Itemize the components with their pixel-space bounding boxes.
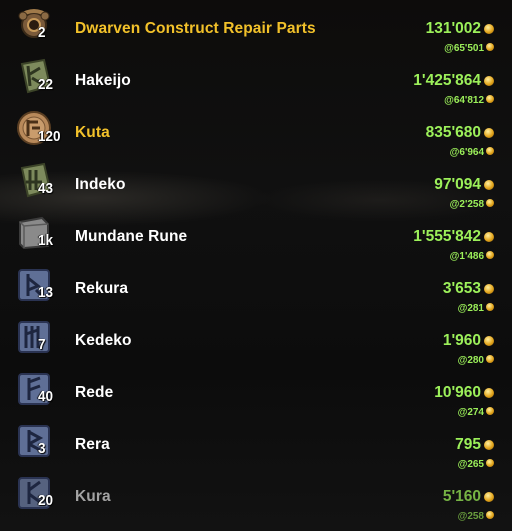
item-name: Indeko bbox=[75, 176, 126, 193]
item-count: 120 bbox=[38, 128, 61, 145]
list-item[interactable]: 120 Kuta 835'680 @6'964 bbox=[0, 104, 512, 158]
item-count: 40 bbox=[38, 388, 54, 405]
essence-rune-blue-icon bbox=[14, 316, 54, 356]
list-item[interactable]: 3 Rera 795 @265 bbox=[0, 416, 512, 470]
item-name: Kedeko bbox=[75, 332, 132, 349]
gold-coin-icon bbox=[486, 355, 494, 363]
item-name: Dwarven Construct Repair Parts bbox=[75, 20, 316, 37]
item-count: 43 bbox=[38, 180, 54, 197]
item-count: 3 bbox=[38, 440, 46, 457]
item-total-price: 1'425'864 bbox=[413, 72, 494, 90]
gold-coin-icon bbox=[486, 95, 494, 103]
item-list: 2 Dwarven Construct Repair Parts 131'002… bbox=[0, 0, 512, 522]
list-item[interactable]: 7 Kedeko 1'960 @280 bbox=[0, 312, 512, 366]
list-item[interactable]: 22 Hakeijo 1'425'864 @64'812 bbox=[0, 52, 512, 106]
item-name: Rekura bbox=[75, 280, 129, 297]
gold-coin-icon bbox=[484, 492, 494, 502]
gold-coin-icon bbox=[484, 24, 494, 34]
essence-rune-blue-icon bbox=[14, 420, 54, 460]
gold-coin-icon bbox=[486, 43, 494, 51]
gold-coin-icon bbox=[484, 128, 494, 138]
dwarven-parts-icon bbox=[14, 4, 54, 44]
item-name: Rera bbox=[75, 436, 110, 453]
gold-coin-icon bbox=[484, 232, 494, 242]
item-name: Rede bbox=[75, 384, 114, 401]
gold-coin-icon bbox=[484, 440, 494, 450]
item-name: Hakeijo bbox=[75, 72, 131, 89]
item-name: Mundane Rune bbox=[75, 228, 188, 245]
item-count: 20 bbox=[38, 492, 54, 509]
item-name: Kura bbox=[75, 488, 111, 505]
list-item[interactable]: 40 Rede 10'960 @274 bbox=[0, 364, 512, 418]
item-total-price: 3'653 bbox=[443, 280, 494, 298]
gold-coin-icon bbox=[486, 199, 494, 207]
item-count: 1k bbox=[38, 232, 54, 249]
list-item[interactable]: 2 Dwarven Construct Repair Parts 131'002… bbox=[0, 0, 512, 54]
gold-coin-icon bbox=[486, 459, 494, 467]
gold-coin-icon bbox=[484, 388, 494, 398]
item-total-price: 835'680 bbox=[426, 124, 494, 142]
gold-coin-icon bbox=[484, 76, 494, 86]
list-item[interactable]: 20 Kura 5'160 @258 bbox=[0, 468, 512, 522]
item-unit-price: @258 bbox=[458, 511, 494, 522]
gold-coin-icon bbox=[486, 511, 494, 519]
item-total-price: 97'094 bbox=[434, 176, 494, 194]
item-total-price: 131'002 bbox=[426, 20, 494, 38]
gold-coin-icon bbox=[486, 147, 494, 155]
list-item[interactable]: 13 Rekura 3'653 @281 bbox=[0, 260, 512, 314]
item-count: 2 bbox=[38, 24, 46, 41]
gold-coin-icon bbox=[486, 303, 494, 311]
list-item[interactable]: 1k Mundane Rune 1'555'842 @1'486 bbox=[0, 208, 512, 262]
list-item[interactable]: 43 Indeko 97'094 @2'258 bbox=[0, 156, 512, 210]
item-total-price: 1'555'842 bbox=[413, 228, 494, 246]
item-count: 13 bbox=[38, 284, 54, 301]
item-total-price: 10'960 bbox=[434, 384, 494, 402]
item-count: 7 bbox=[38, 336, 46, 353]
gold-coin-icon bbox=[484, 180, 494, 190]
item-count: 22 bbox=[38, 76, 54, 93]
gold-coin-icon bbox=[484, 336, 494, 346]
item-name: Kuta bbox=[75, 124, 110, 141]
gold-coin-icon bbox=[486, 407, 494, 415]
item-total-price: 5'160 bbox=[443, 488, 494, 506]
item-total-price: 1'960 bbox=[443, 332, 494, 350]
gold-coin-icon bbox=[484, 284, 494, 294]
gold-coin-icon bbox=[486, 251, 494, 259]
item-total-price: 795 bbox=[455, 436, 494, 454]
